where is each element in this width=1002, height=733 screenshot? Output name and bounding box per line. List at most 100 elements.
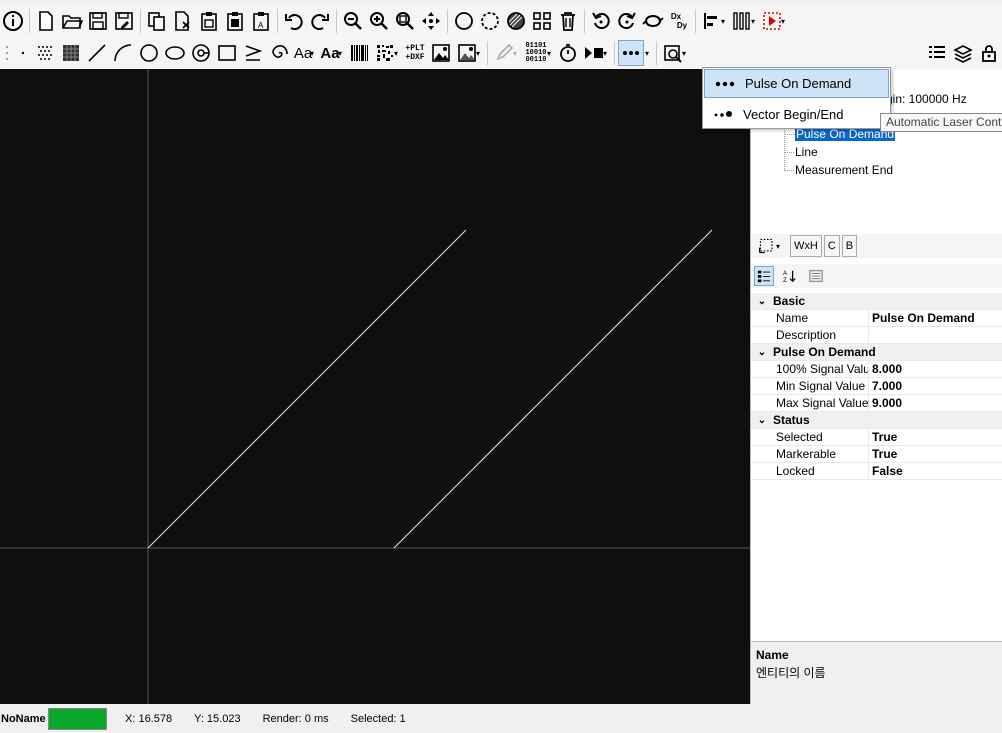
separator (447, 9, 448, 33)
laser-control-icon[interactable] (618, 40, 644, 66)
arc-icon[interactable] (110, 40, 136, 66)
play-stop-icon[interactable] (581, 40, 607, 66)
ellipse-icon[interactable] (162, 40, 188, 66)
image-dither-icon[interactable] (454, 40, 480, 66)
text-bold-button[interactable]: Aa (318, 40, 342, 66)
tree-item-measurement-end[interactable]: Measurement End (795, 163, 893, 177)
paste-in-place-icon[interactable]: A (248, 8, 274, 34)
zoom-fit-icon[interactable] (392, 8, 418, 34)
rotate-cw-icon[interactable] (614, 8, 640, 34)
zoom-in-icon[interactable] (366, 8, 392, 34)
property-grid: ⌄ Basic Name Pulse On Demand Description ⌄… (751, 293, 1002, 480)
save-icon[interactable] (85, 8, 111, 34)
mirror-icon[interactable] (640, 8, 666, 34)
property-row[interactable]: Min Signal Value 7.000 (751, 377, 1002, 395)
property-row[interactable]: Name Pulse On Demand (751, 309, 1002, 327)
property-row[interactable]: 100% Signal Valu 8.000 (751, 360, 1002, 378)
property-row[interactable]: Markerable True (751, 445, 1002, 463)
measurement-icon[interactable] (660, 40, 686, 66)
property-pages-icon[interactable] (806, 266, 826, 286)
distribute-icon[interactable] (729, 8, 755, 34)
align-icon[interactable] (699, 8, 725, 34)
pen-icon[interactable] (491, 40, 517, 66)
list-view-icon[interactable] (924, 40, 950, 66)
chevron-down-icon[interactable]: ⌄ (751, 347, 773, 358)
categorized-icon[interactable] (754, 266, 774, 286)
line-entity-2[interactable] (393, 229, 713, 549)
menu-item-vector-begin-end[interactable]: Vector Begin/End (703, 99, 890, 129)
hatch-icon[interactable] (503, 8, 529, 34)
redo-icon[interactable] (307, 8, 333, 34)
spiral-icon[interactable] (266, 40, 292, 66)
points-icon[interactable] (32, 40, 58, 66)
category-status[interactable]: ⌄ Status (751, 412, 1002, 429)
image-icon[interactable] (428, 40, 454, 66)
paste-special-icon[interactable] (222, 8, 248, 34)
rotate-ccw-icon[interactable] (588, 8, 614, 34)
binary-line-3: 00110 (525, 55, 547, 64)
barcode-icon[interactable] (346, 40, 372, 66)
property-value[interactable]: 7.000 (869, 379, 902, 393)
trepan-icon[interactable] (188, 40, 214, 66)
open-folder-icon[interactable] (59, 8, 85, 34)
new-file-icon[interactable] (33, 8, 59, 34)
tab-wxh[interactable]: WxH (790, 235, 822, 257)
info-icon[interactable] (0, 8, 26, 34)
property-value[interactable]: 9.000 (869, 396, 902, 410)
pen-color-swatch[interactable] (48, 707, 107, 730)
layers-icon[interactable] (950, 40, 976, 66)
lasso-icon[interactable] (477, 8, 503, 34)
circle-icon[interactable] (136, 40, 162, 66)
rectangle-icon[interactable] (214, 40, 240, 66)
cut-icon[interactable] (170, 8, 196, 34)
property-row[interactable]: Locked False (751, 462, 1002, 480)
line-icon[interactable] (84, 40, 110, 66)
property-value[interactable]: False (869, 464, 903, 478)
pan-icon[interactable] (418, 8, 444, 34)
save-as-icon[interactable] (111, 8, 137, 34)
property-value[interactable]: 8.000 (869, 362, 902, 376)
circle-select-icon[interactable] (451, 8, 477, 34)
chevron-down-icon[interactable]: ⌄ (751, 415, 773, 426)
document-name: NoName (1, 712, 46, 725)
tree-item-vector-begin[interactable]: gin: 100000 Hz (886, 92, 967, 106)
copy-icon[interactable] (144, 8, 170, 34)
group-icon[interactable] (529, 8, 555, 34)
zoom-out-icon[interactable] (340, 8, 366, 34)
chevron-down-icon[interactable]: ⌄ (751, 296, 773, 307)
tab-c[interactable]: C (823, 235, 840, 257)
paste-icon[interactable] (196, 8, 222, 34)
property-row[interactable]: Description (751, 326, 1002, 344)
timer-icon[interactable] (555, 40, 581, 66)
drag-handle[interactable] (0, 40, 14, 66)
svg-text:A: A (258, 21, 264, 30)
drawing-canvas[interactable] (0, 69, 750, 704)
binary-button[interactable]: 01101 10010 00110 (521, 40, 551, 66)
dxf-label: +DXF (405, 53, 425, 62)
qrcode-icon[interactable] (372, 40, 398, 66)
laser-control-dropdown-arrow[interactable]: ▾ (645, 49, 651, 58)
text-button[interactable]: Aa (292, 40, 314, 66)
polyline-icon[interactable] (240, 40, 266, 66)
category-basic[interactable]: ⌄ Basic (751, 293, 1002, 310)
category-pulse-on-demand[interactable]: ⌄ Pulse On Demand (751, 344, 1002, 361)
marker-icon[interactable] (759, 8, 785, 34)
property-value[interactable]: True (869, 447, 897, 461)
import-plt-dxf-button[interactable]: +PLT +DXF (402, 40, 428, 66)
alphabetical-icon[interactable]: AZ (780, 266, 800, 286)
property-row[interactable]: Selected True (751, 428, 1002, 446)
property-row[interactable]: Max Signal Value 9.000 (751, 394, 1002, 412)
menu-item-pulse-on-demand[interactable]: Pulse On Demand (704, 69, 889, 98)
property-value[interactable]: Pulse On Demand (869, 311, 975, 325)
lock-icon[interactable] (976, 40, 1002, 66)
dxdy-icon[interactable]: Dx Dy (666, 8, 692, 34)
point-icon[interactable] (14, 40, 32, 66)
bounds-icon[interactable]: ▾ (754, 236, 784, 256)
line-entity-1[interactable] (147, 229, 467, 549)
property-value[interactable]: True (869, 430, 897, 444)
delete-icon[interactable] (555, 8, 581, 34)
raster-icon[interactable] (58, 40, 84, 66)
tab-b[interactable]: B (841, 235, 858, 257)
undo-icon[interactable] (281, 8, 307, 34)
tree-item-line[interactable]: Line (795, 145, 818, 159)
